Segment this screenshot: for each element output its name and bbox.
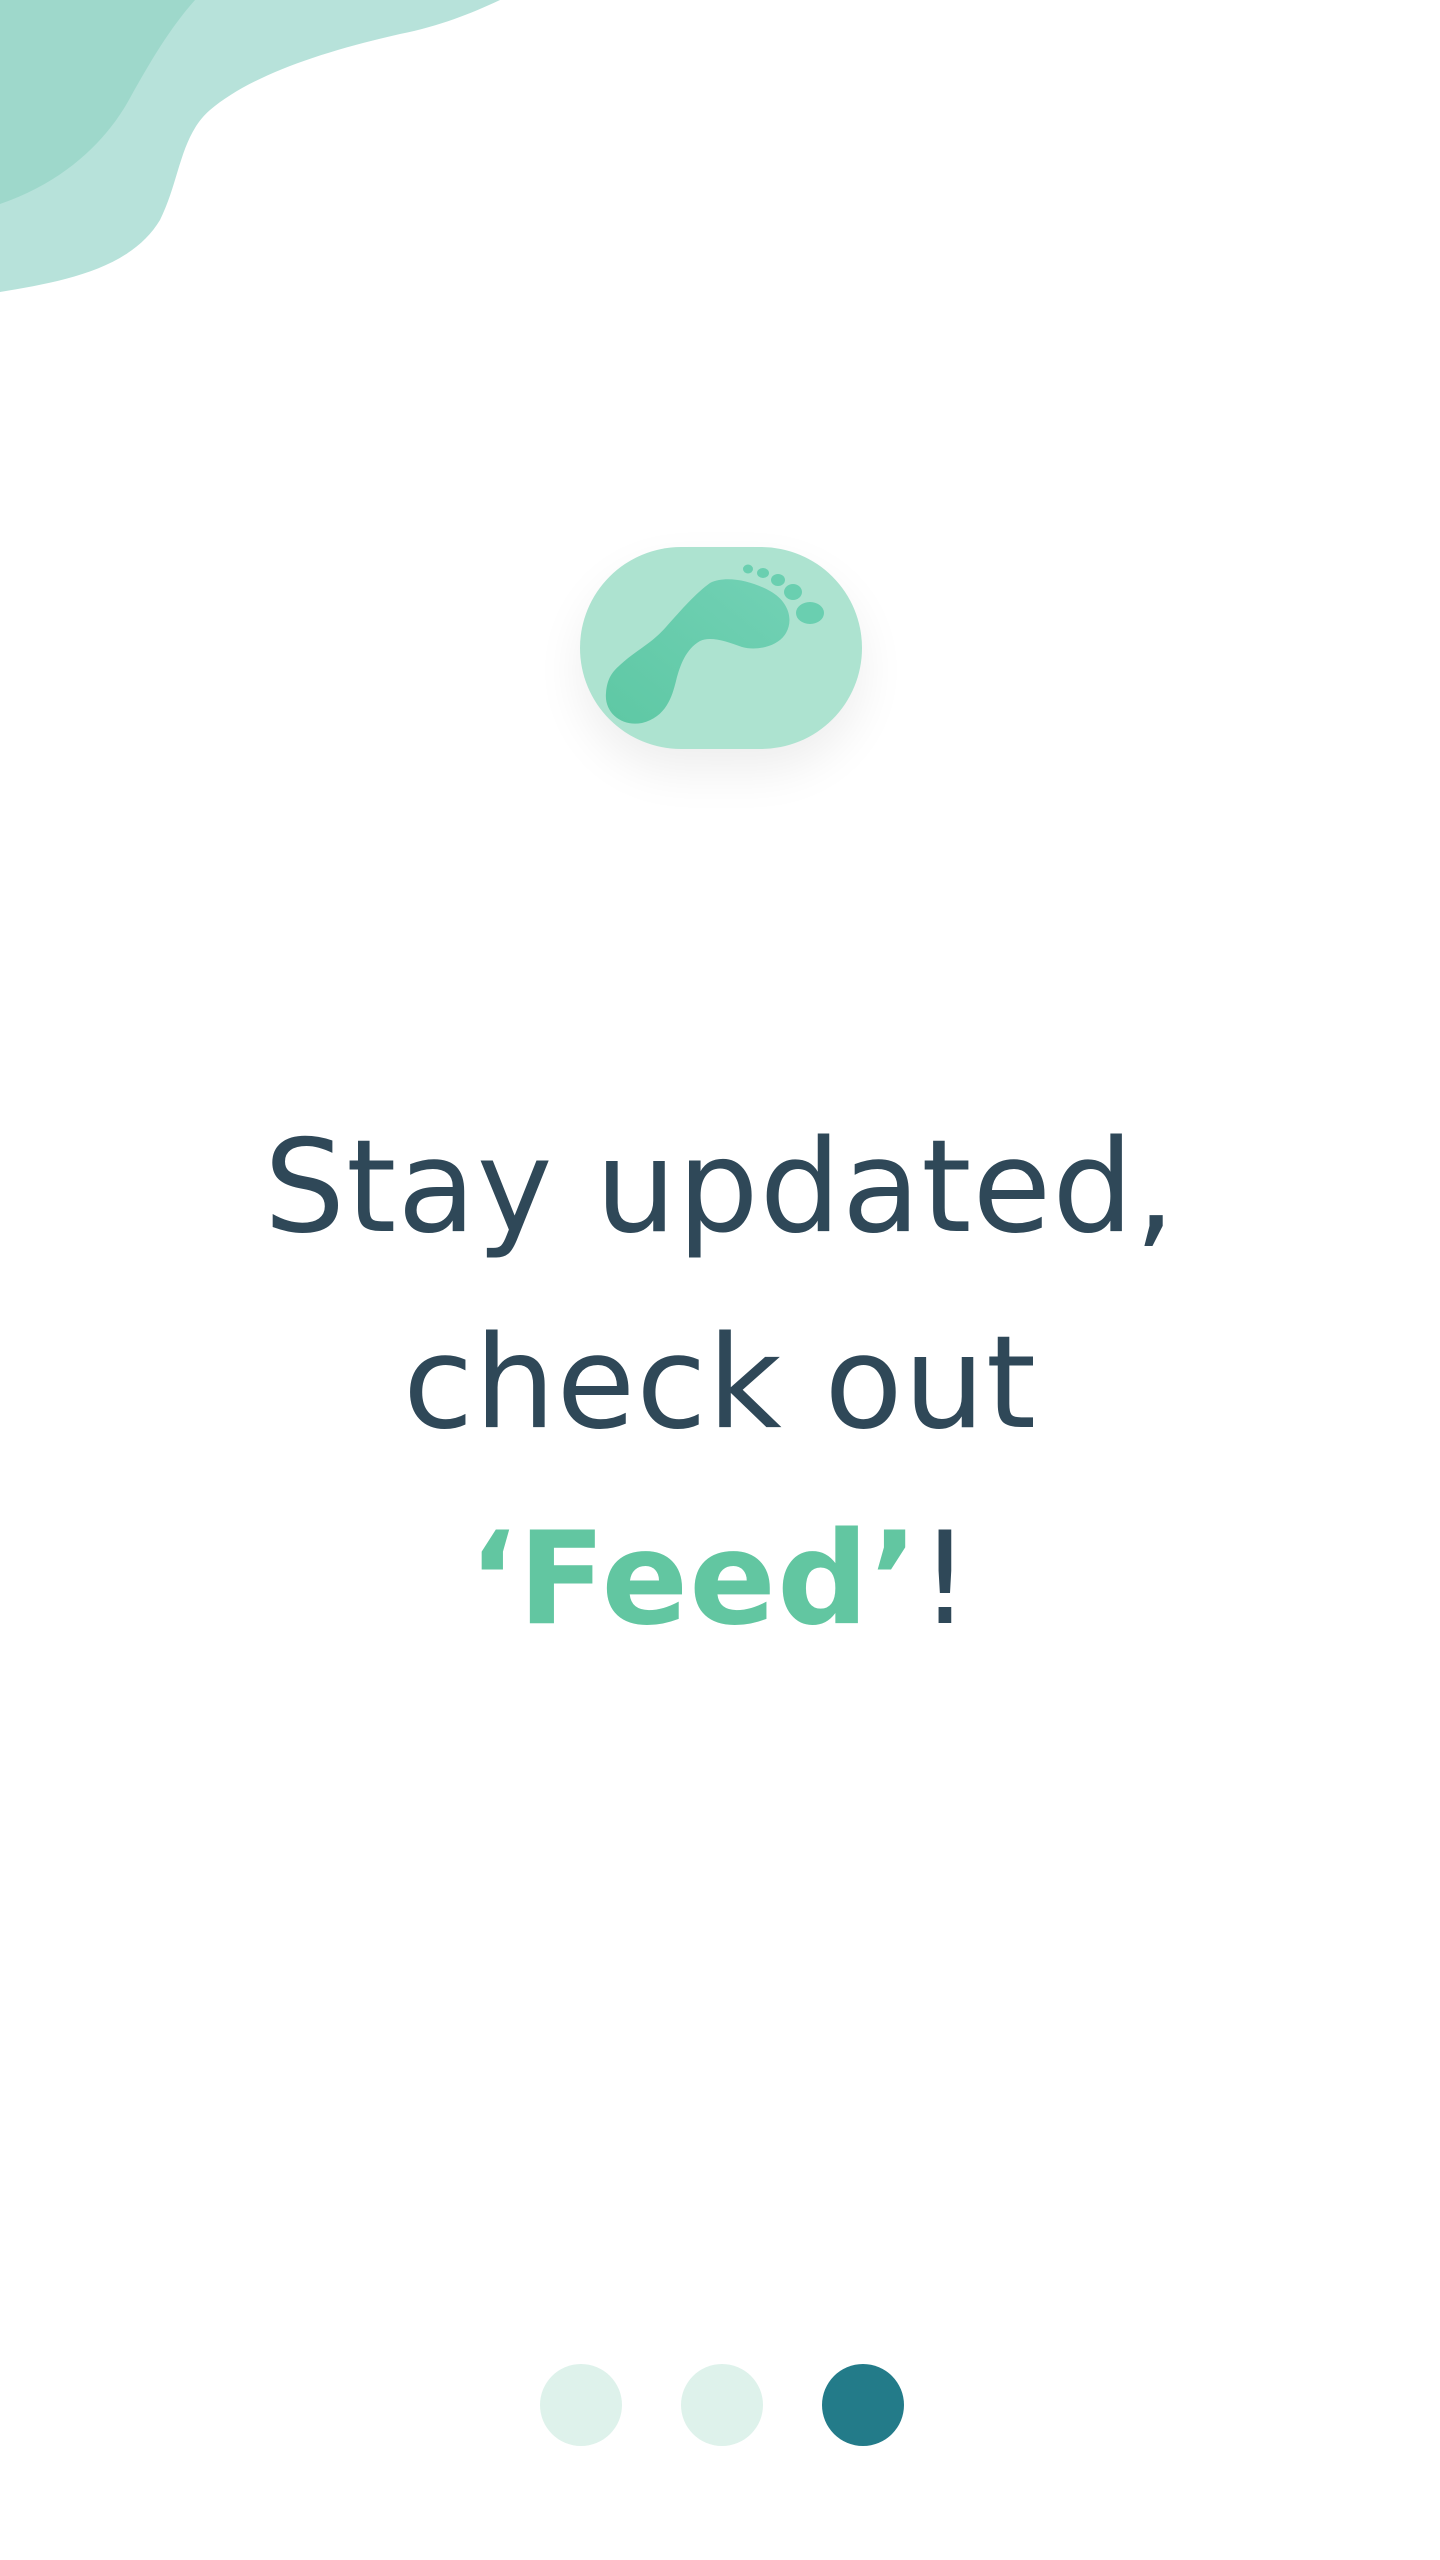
toe-big	[796, 602, 824, 624]
onboarding-headline: Stay updated, check out ‘Feed’!	[120, 1090, 1320, 1678]
pager-dot-1[interactable]	[540, 2364, 622, 2446]
headline-line-1: Stay updated,	[263, 1113, 1177, 1262]
pager-dot-3-active[interactable]	[822, 2364, 904, 2446]
app-logo-badge	[580, 547, 862, 749]
headline-line-3: ‘Feed’!	[120, 1482, 1320, 1678]
footprint-icon	[605, 564, 824, 724]
toe-third	[771, 574, 785, 586]
toe-second	[784, 584, 802, 600]
onboarding-screen: Stay updated, check out ‘Feed’!	[0, 0, 1440, 2560]
headline-exclamation: !	[919, 1505, 972, 1654]
page-indicator	[540, 2364, 904, 2446]
pager-dot-2[interactable]	[681, 2364, 763, 2446]
toe-fourth	[757, 568, 769, 578]
corner-wave-decoration	[0, 0, 500, 292]
foot-sole	[605, 579, 790, 724]
feed-highlight: ‘Feed’	[468, 1505, 920, 1654]
headline-line-2: check out	[402, 1309, 1038, 1458]
toe-little	[743, 564, 753, 574]
